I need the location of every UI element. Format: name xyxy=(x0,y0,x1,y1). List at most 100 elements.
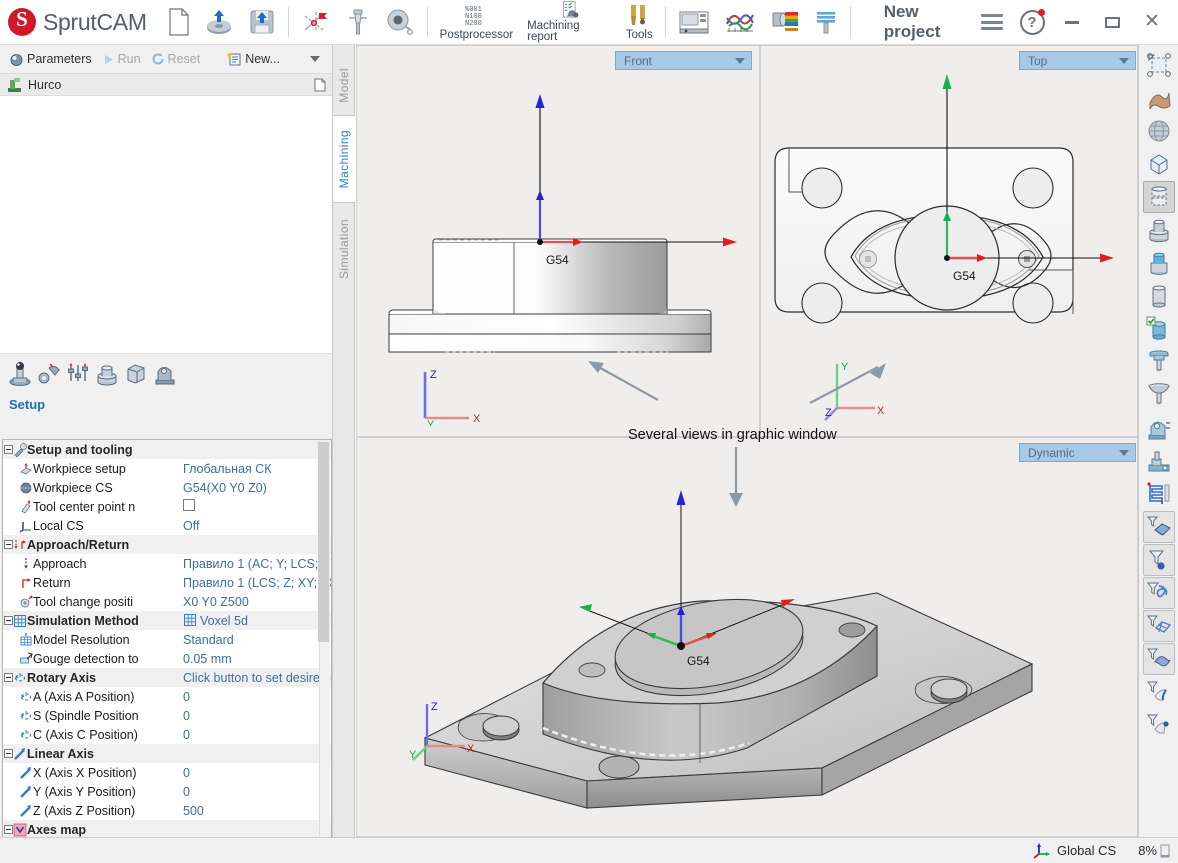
machine-control-button[interactable] xyxy=(671,1,717,43)
checked-stock-button[interactable] xyxy=(1143,313,1175,345)
blue-stock-button[interactable] xyxy=(1143,247,1175,279)
filter-edge-button[interactable] xyxy=(1143,676,1175,708)
status-coordinate-system[interactable]: Global CS xyxy=(1033,842,1116,859)
clamp-button[interactable] xyxy=(807,1,845,43)
filter-mesh-button[interactable] xyxy=(1142,610,1175,642)
parameters-button[interactable]: Parameters xyxy=(5,51,96,68)
stock-part-button[interactable] xyxy=(1142,181,1175,213)
property-group-row[interactable]: Setup and tooling xyxy=(3,440,331,459)
property-row[interactable]: A (Axis A Position) 0 xyxy=(3,687,331,706)
filter-solid-button[interactable] xyxy=(1142,511,1175,543)
property-group-row[interactable]: Approach/Return xyxy=(3,535,331,554)
property-row[interactable]: Z (Axis Z Position) 500 xyxy=(3,801,331,820)
property-value[interactable]: 0 xyxy=(179,690,331,704)
workpiece-icon-button[interactable] xyxy=(95,360,119,391)
menu-button[interactable] xyxy=(979,9,1005,35)
collapse-toggle-icon[interactable] xyxy=(3,825,13,834)
surface-button[interactable] xyxy=(1143,82,1175,114)
vise-button[interactable] xyxy=(1143,412,1175,444)
property-scrollbar-thumb[interactable] xyxy=(318,442,329,642)
property-value[interactable]: 0 xyxy=(179,766,331,780)
property-row[interactable]: Workpiece CS G54(X0 Y0 Z0) xyxy=(3,478,331,497)
help-button[interactable]: ? xyxy=(1019,8,1045,35)
property-row[interactable]: X (Axis X Position) 0 xyxy=(3,763,331,782)
property-value[interactable]: Standard xyxy=(179,633,331,647)
part-model-button[interactable] xyxy=(1143,214,1175,246)
open-file-button[interactable] xyxy=(197,1,241,43)
tools-button[interactable]: Tools xyxy=(619,1,660,43)
select-region-button[interactable] xyxy=(1143,49,1175,81)
property-row[interactable]: Y (Axis Y Position) 0 xyxy=(3,782,331,801)
property-row[interactable]: Local CS Off xyxy=(3,516,331,535)
property-scrollbar-track[interactable] xyxy=(318,441,330,863)
parameters-icon-button[interactable] xyxy=(66,360,90,391)
property-grid[interactable]: Setup and tooling Workpiece setup Глобальн… xyxy=(2,439,332,863)
filter-point-button[interactable] xyxy=(1142,544,1175,576)
tab-model[interactable]: Model xyxy=(333,55,355,115)
graph-button[interactable] xyxy=(717,1,763,43)
property-value[interactable]: Глобальная СК xyxy=(179,462,331,476)
setup-icon-button[interactable] xyxy=(8,360,32,391)
stock-icon-button[interactable] xyxy=(124,360,148,391)
status-zoom[interactable]: 8% xyxy=(1138,843,1170,858)
fixture-icon-button[interactable] xyxy=(153,360,177,391)
cube-button[interactable] xyxy=(1143,148,1175,180)
save-file-button[interactable] xyxy=(241,1,283,43)
property-value[interactable] xyxy=(179,499,331,514)
property-row[interactable]: C (Axis C Position) 0 xyxy=(3,725,331,744)
reset-button[interactable]: Reset xyxy=(147,51,205,67)
property-value[interactable]: Правило 1 (LCS; Z; XY; AC) xyxy=(179,576,331,590)
property-value[interactable]: X0 Y0 Z500 xyxy=(179,595,331,609)
machining-report-button[interactable]: Machining report xyxy=(520,1,619,43)
property-row[interactable]: Workpiece setup Глобальная СК xyxy=(3,459,331,478)
viewport-dynamic[interactable]: Dynamic G54 Z X Y xyxy=(356,437,1138,837)
filter-vertex-button[interactable] xyxy=(1143,709,1175,741)
new-file-button[interactable] xyxy=(161,1,197,43)
maximize-button[interactable] xyxy=(1099,9,1125,35)
tool-assembly-button[interactable] xyxy=(1143,346,1175,378)
viewport-front[interactable]: Front G54 Z X Y xyxy=(356,45,760,437)
property-row[interactable]: Tool change positi X0 Y0 Z500 xyxy=(3,592,331,611)
globe-button[interactable] xyxy=(1143,115,1175,147)
property-row[interactable]: S (Spindle Position 0 xyxy=(3,706,331,725)
property-value[interactable]: 0 xyxy=(179,709,331,723)
property-value[interactable]: G54(X0 Y0 Z0) xyxy=(179,481,331,495)
machining-scheme-button[interactable] xyxy=(294,1,338,43)
machine-list-item[interactable]: Hurco xyxy=(0,74,332,96)
property-group-row[interactable]: Rotary Axis Click button to set desired o… xyxy=(3,668,331,687)
property-row[interactable]: Approach Правило 1 (AC; Y; LCS; XYZ) xyxy=(3,554,331,573)
toolpath-button[interactable] xyxy=(1143,478,1175,510)
filter-curve-button[interactable] xyxy=(1142,577,1175,609)
property-value[interactable]: 0 xyxy=(179,785,331,799)
collapse-toggle-icon[interactable] xyxy=(3,445,13,454)
property-checkbox[interactable] xyxy=(183,499,195,511)
collapse-toggle-icon[interactable] xyxy=(3,673,13,682)
property-value[interactable]: Правило 1 (AC; Y; LCS; XYZ) xyxy=(179,557,331,571)
property-row[interactable]: Tool center point n xyxy=(3,497,331,516)
property-value[interactable]: Click button to set desired orient xyxy=(179,671,331,685)
collapse-toggle-icon[interactable] xyxy=(3,616,13,625)
property-row[interactable]: Gouge detection to 0.05 mm xyxy=(3,649,331,668)
tab-simulation[interactable]: Simulation xyxy=(333,203,355,295)
filter-surface-button[interactable] xyxy=(1142,643,1175,675)
property-value[interactable]: 0.05 mm xyxy=(179,652,331,666)
property-group-row[interactable]: Simulation Method Voxel 5d xyxy=(3,611,331,630)
new-operation-button[interactable]: New... xyxy=(222,51,284,68)
property-value[interactable]: 0 xyxy=(179,728,331,742)
tooling-icon-button[interactable] xyxy=(37,360,61,391)
tool-holder-button[interactable] xyxy=(1143,379,1175,411)
property-value[interactable]: 500 xyxy=(179,804,331,818)
tab-machining[interactable]: Machining xyxy=(333,115,355,203)
tooling-button[interactable] xyxy=(338,1,378,43)
minimize-button[interactable] xyxy=(1059,9,1085,35)
property-value[interactable]: Voxel 5d xyxy=(179,613,331,628)
property-row[interactable]: Return Правило 1 (LCS; Z; XY; AC) xyxy=(3,573,331,592)
operations-list-area[interactable] xyxy=(0,96,332,354)
cylinder-button[interactable] xyxy=(1143,280,1175,312)
chevron-down-icon[interactable] xyxy=(310,56,320,62)
property-row[interactable]: Model Resolution Standard xyxy=(3,630,331,649)
postprocessor-button[interactable]: %001 N100 N200 Postprocessor xyxy=(433,1,521,43)
machine-button[interactable] xyxy=(1143,445,1175,477)
collapse-toggle-icon[interactable] xyxy=(3,540,13,549)
collapse-toggle-icon[interactable] xyxy=(3,749,13,758)
